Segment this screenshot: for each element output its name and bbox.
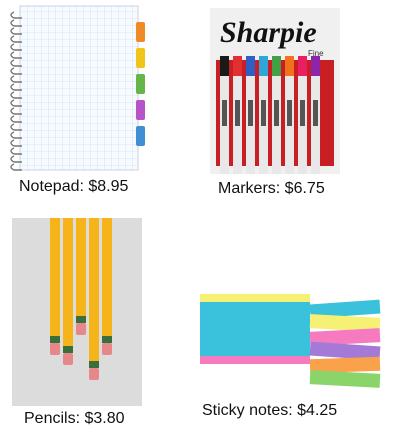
sticky-notes-image <box>200 282 390 402</box>
pencils-caption: Pencils: $3.80 <box>24 410 125 427</box>
notepad-image <box>6 4 156 172</box>
product-markers: Sharpie Fine Markers: $6.75 <box>200 0 400 200</box>
markers-brand-text: Sharpie <box>220 16 317 49</box>
notepad-caption: Notepad: $8.95 <box>19 178 129 195</box>
product-notepad: Notepad: $8.95 <box>0 0 200 200</box>
markers-image: Sharpie Fine <box>210 8 340 174</box>
markers-caption: Markers: $6.75 <box>218 180 325 197</box>
pencils-image <box>12 218 142 406</box>
product-sticky-notes: Sticky notes: $4.25 <box>200 210 400 436</box>
sticky-notes-caption: Sticky notes: $4.25 <box>202 402 338 419</box>
product-pencils: Pencils: $3.80 <box>0 210 200 436</box>
